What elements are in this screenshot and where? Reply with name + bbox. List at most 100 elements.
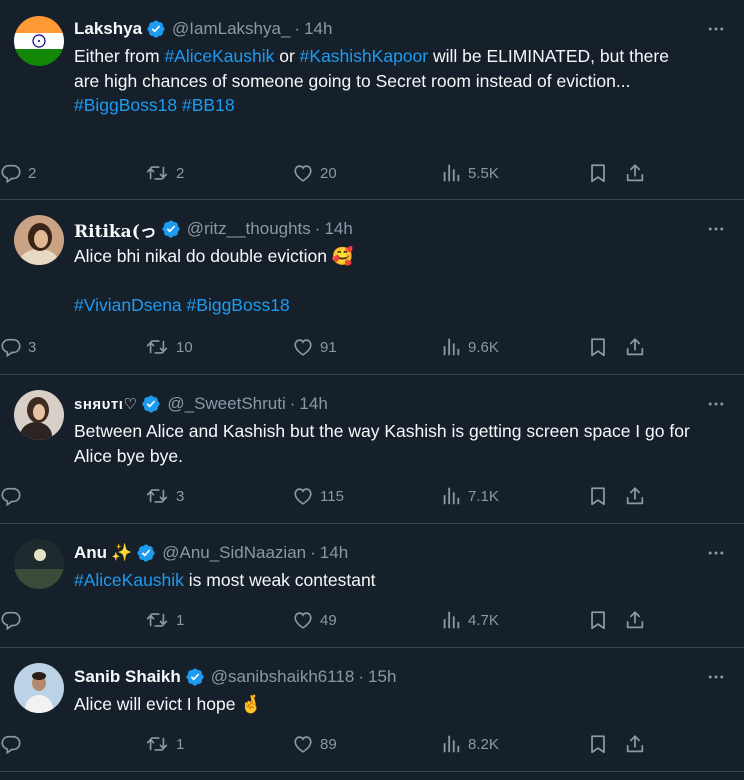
reply-button[interactable] — [0, 484, 28, 508]
view-count: 9.6K — [468, 338, 499, 356]
like-count: 20 — [320, 164, 337, 182]
display-name[interactable]: Lakshya — [74, 19, 142, 39]
like-button[interactable]: 91 — [292, 335, 337, 359]
avatar[interactable] — [14, 390, 64, 440]
hashtag-link[interactable]: #BB18 — [182, 95, 235, 115]
user-photo-icon — [14, 215, 64, 265]
more-options-icon[interactable] — [704, 543, 728, 563]
retweet-button[interactable]: 3 — [144, 484, 184, 508]
verified-badge-icon — [185, 667, 205, 687]
user-handle[interactable]: @sanibshaikh6118 — [211, 667, 355, 687]
more-options-icon[interactable] — [704, 19, 728, 39]
retweet-button[interactable]: 1 — [144, 608, 184, 632]
reply-button[interactable] — [0, 732, 28, 756]
hashtag-link[interactable]: #BiggBoss18 — [74, 95, 177, 115]
user-handle[interactable]: @_SweetShruti — [167, 394, 285, 414]
like-button[interactable]: 115 — [292, 484, 344, 508]
reply-count: 2 — [28, 164, 37, 182]
display-name[interactable]: Anu — [74, 543, 107, 563]
avatar[interactable] — [14, 539, 64, 589]
tweet-header: ѕняυтι♡ @_SweetShruti · 14h — [74, 392, 728, 416]
share-button[interactable] — [624, 732, 646, 756]
heart-icon — [292, 336, 314, 358]
hashtag-link[interactable]: #BiggBoss18 — [187, 295, 290, 315]
views-chart-icon — [440, 609, 462, 631]
tweet-header: Lakshya @IamLakshya_ · 14h — [74, 17, 728, 41]
like-count: 115 — [320, 487, 344, 505]
avatar[interactable] — [14, 215, 64, 265]
share-button[interactable] — [624, 484, 646, 508]
user-handle[interactable]: @ritz__thoughts — [187, 219, 311, 239]
hashtag-link[interactable]: #VivianDsena — [74, 295, 182, 315]
separator-dot: · — [310, 543, 316, 562]
like-button[interactable]: 89 — [292, 732, 337, 756]
text-segment: Alice bhi nikal do double eviction — [74, 246, 332, 266]
timestamp[interactable]: 14h — [299, 394, 327, 414]
display-name[interactable]: Sanib Shaikh — [74, 667, 181, 687]
share-icon — [624, 733, 646, 755]
separator-dot: · — [314, 219, 321, 238]
hashtag-link[interactable]: #AliceKaushik — [164, 46, 274, 66]
share-button[interactable] — [624, 161, 646, 185]
hashtag-link[interactable]: #KashishKapoor — [300, 46, 428, 66]
views-chart-icon — [440, 485, 462, 507]
share-icon — [624, 336, 646, 358]
like-button[interactable]: 20 — [292, 161, 337, 185]
views-button[interactable]: 9.6K — [440, 335, 499, 359]
bookmark-icon — [587, 609, 609, 631]
views-button[interactable]: 7.1K — [440, 484, 499, 508]
retweet-button[interactable]: 1 — [144, 732, 184, 756]
user-handle[interactable]: @Anu_SidNaazian — [162, 543, 306, 563]
timestamp[interactable]: 14h — [320, 543, 348, 563]
avatar[interactable] — [14, 16, 64, 66]
tweet[interactable]: Ritika(っ @ritz__thoughts · 14h Alice bhi… — [0, 200, 744, 375]
retweet-button[interactable]: 10 — [144, 335, 193, 359]
user-handle[interactable]: @IamLakshya_ — [172, 19, 290, 39]
more-options-icon[interactable] — [704, 219, 728, 239]
bookmark-button[interactable] — [587, 484, 609, 508]
share-icon — [624, 162, 646, 184]
reply-button[interactable] — [0, 608, 28, 632]
retweet-count: 1 — [176, 611, 185, 629]
separator-dot: · — [289, 394, 296, 413]
reply-button[interactable]: 2 — [0, 161, 36, 185]
bookmark-button[interactable] — [587, 732, 609, 756]
avatar[interactable] — [14, 663, 64, 713]
share-button[interactable] — [624, 608, 646, 632]
hashtag-link[interactable]: #AliceKaushik — [74, 570, 184, 590]
bookmark-button[interactable] — [587, 608, 609, 632]
crossed-fingers-emoji: 🤞 — [240, 694, 263, 714]
retweet-button[interactable]: 2 — [144, 161, 184, 185]
display-name[interactable]: ѕняυтι♡ — [74, 395, 137, 413]
like-button[interactable]: 49 — [292, 608, 337, 632]
tweet[interactable]: ѕняυтι♡ @_SweetShruti · 14h Between Alic… — [0, 375, 744, 524]
views-button[interactable]: 4.7K — [440, 608, 499, 632]
more-options-icon[interactable] — [704, 394, 728, 414]
timestamp[interactable]: 14h — [304, 19, 332, 39]
views-button[interactable]: 5.5K — [440, 161, 499, 185]
heart-icon — [292, 485, 314, 507]
bookmark-icon — [587, 485, 609, 507]
timestamp[interactable]: 15h — [368, 667, 396, 687]
separator-dot: · — [294, 19, 301, 38]
reply-button[interactable]: 3 — [0, 335, 36, 359]
timestamp[interactable]: 14h — [324, 219, 352, 239]
heart-icon — [292, 733, 314, 755]
retweet-icon — [144, 733, 170, 755]
share-icon — [624, 609, 646, 631]
more-options-icon[interactable] — [704, 667, 728, 687]
verified-badge-icon — [146, 19, 166, 39]
bookmark-button[interactable] — [587, 335, 609, 359]
views-button[interactable]: 8.2K — [440, 732, 499, 756]
display-name[interactable]: Ritika(っ — [74, 217, 157, 242]
tweet[interactable]: Lakshya @IamLakshya_ · 14h Either from #… — [0, 0, 744, 200]
text-segment: is most weak contestant — [183, 570, 376, 590]
bookmark-button[interactable] — [587, 161, 609, 185]
tweet[interactable]: Sanib Shaikh @sanibshaikh6118 · 15h Alic… — [0, 648, 744, 772]
reply-icon — [0, 609, 22, 631]
text-segment: Between Alice and Kashish but the way Ka… — [74, 421, 690, 466]
view-count: 4.7K — [468, 611, 499, 629]
share-button[interactable] — [624, 335, 646, 359]
share-icon — [624, 485, 646, 507]
tweet[interactable]: Anu ✨ @Anu_SidNaazian · 14h #AliceKaushi… — [0, 524, 744, 648]
